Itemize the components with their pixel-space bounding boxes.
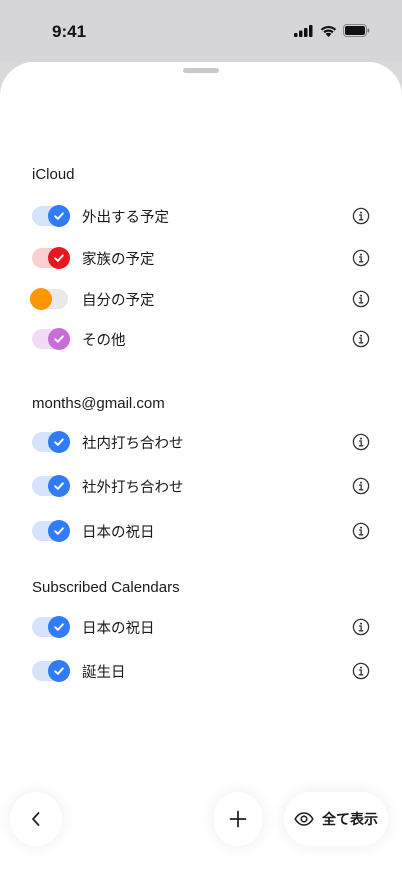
calendar-name: 日本の祝日 (82, 525, 155, 541)
toggle-knob (48, 431, 70, 453)
plus-icon (229, 810, 247, 828)
checkmark-icon (54, 667, 64, 675)
section-title: iCloud (32, 166, 75, 183)
calendar-row: 社内打ち合わせ (0, 426, 402, 458)
checkmark-icon (54, 438, 64, 446)
battery-icon (343, 24, 370, 37)
bottom-toolbar: 全て表示 (0, 792, 402, 852)
calendar-row: 外出する予定 (0, 200, 402, 232)
show-all-label: 全て表示 (322, 812, 378, 828)
checkmark-icon (54, 254, 64, 262)
calendar-visibility-toggle[interactable] (32, 616, 70, 638)
status-bar: 9:41 (0, 0, 402, 62)
checkmark-icon (54, 212, 64, 220)
section-title: Subscribed Calendars (32, 579, 180, 596)
toggle-knob (48, 660, 70, 682)
info-icon[interactable] (352, 477, 370, 495)
toggle-knob (48, 205, 70, 227)
calendar-list-sheet (0, 62, 402, 874)
info-icon[interactable] (352, 522, 370, 540)
calendar-visibility-toggle[interactable] (32, 431, 70, 453)
info-icon[interactable] (352, 330, 370, 348)
toggle-knob (30, 288, 52, 310)
checkmark-icon (54, 527, 64, 535)
calendar-row: 日本の祝日 (0, 611, 402, 643)
checkmark-icon (54, 623, 64, 631)
calendar-visibility-toggle[interactable] (32, 475, 70, 497)
info-icon[interactable] (352, 207, 370, 225)
calendar-row: 誕生日 (0, 655, 402, 687)
calendar-name: 誕生日 (82, 665, 126, 681)
checkmark-icon (54, 335, 64, 343)
toggle-knob (48, 520, 70, 542)
calendar-name: 日本の祝日 (82, 621, 155, 637)
calendar-visibility-toggle[interactable] (32, 660, 70, 682)
calendar-row: その他 (0, 323, 402, 355)
status-icons (294, 24, 370, 37)
calendar-visibility-toggle[interactable] (32, 328, 70, 350)
calendar-name: その他 (82, 333, 126, 349)
section-title: months@gmail.com (32, 395, 165, 412)
sheet-grabber[interactable] (183, 68, 219, 73)
calendar-row: 日本の祝日 (0, 515, 402, 547)
info-icon[interactable] (352, 662, 370, 680)
add-calendar-button[interactable] (214, 792, 262, 846)
cellular-signal-icon (294, 24, 313, 37)
checkmark-icon (54, 482, 64, 490)
calendar-row: 自分の予定 (0, 283, 402, 315)
calendar-visibility-toggle[interactable] (30, 288, 68, 310)
wifi-icon (320, 25, 337, 37)
calendar-name: 社内打ち合わせ (82, 436, 184, 452)
calendar-name: 自分の予定 (82, 293, 155, 309)
info-icon[interactable] (352, 249, 370, 267)
calendar-name: 社外打ち合わせ (82, 480, 184, 496)
calendar-row: 家族の予定 (0, 242, 402, 274)
calendar-name: 家族の予定 (82, 252, 155, 268)
info-icon[interactable] (352, 290, 370, 308)
calendar-visibility-toggle[interactable] (32, 247, 70, 269)
calendar-visibility-toggle[interactable] (32, 520, 70, 542)
toggle-knob (48, 328, 70, 350)
eye-icon (294, 812, 314, 826)
toggle-knob (48, 616, 70, 638)
chevron-left-icon (32, 812, 40, 826)
toggle-knob (48, 247, 70, 269)
show-all-button[interactable]: 全て表示 (284, 792, 388, 846)
status-time: 9:41 (52, 22, 87, 41)
calendar-name: 外出する予定 (82, 210, 169, 226)
info-icon[interactable] (352, 433, 370, 451)
calendar-row: 社外打ち合わせ (0, 470, 402, 502)
info-icon[interactable] (352, 618, 370, 636)
back-button[interactable] (10, 792, 62, 846)
toggle-knob (48, 475, 70, 497)
calendar-visibility-toggle[interactable] (32, 205, 70, 227)
